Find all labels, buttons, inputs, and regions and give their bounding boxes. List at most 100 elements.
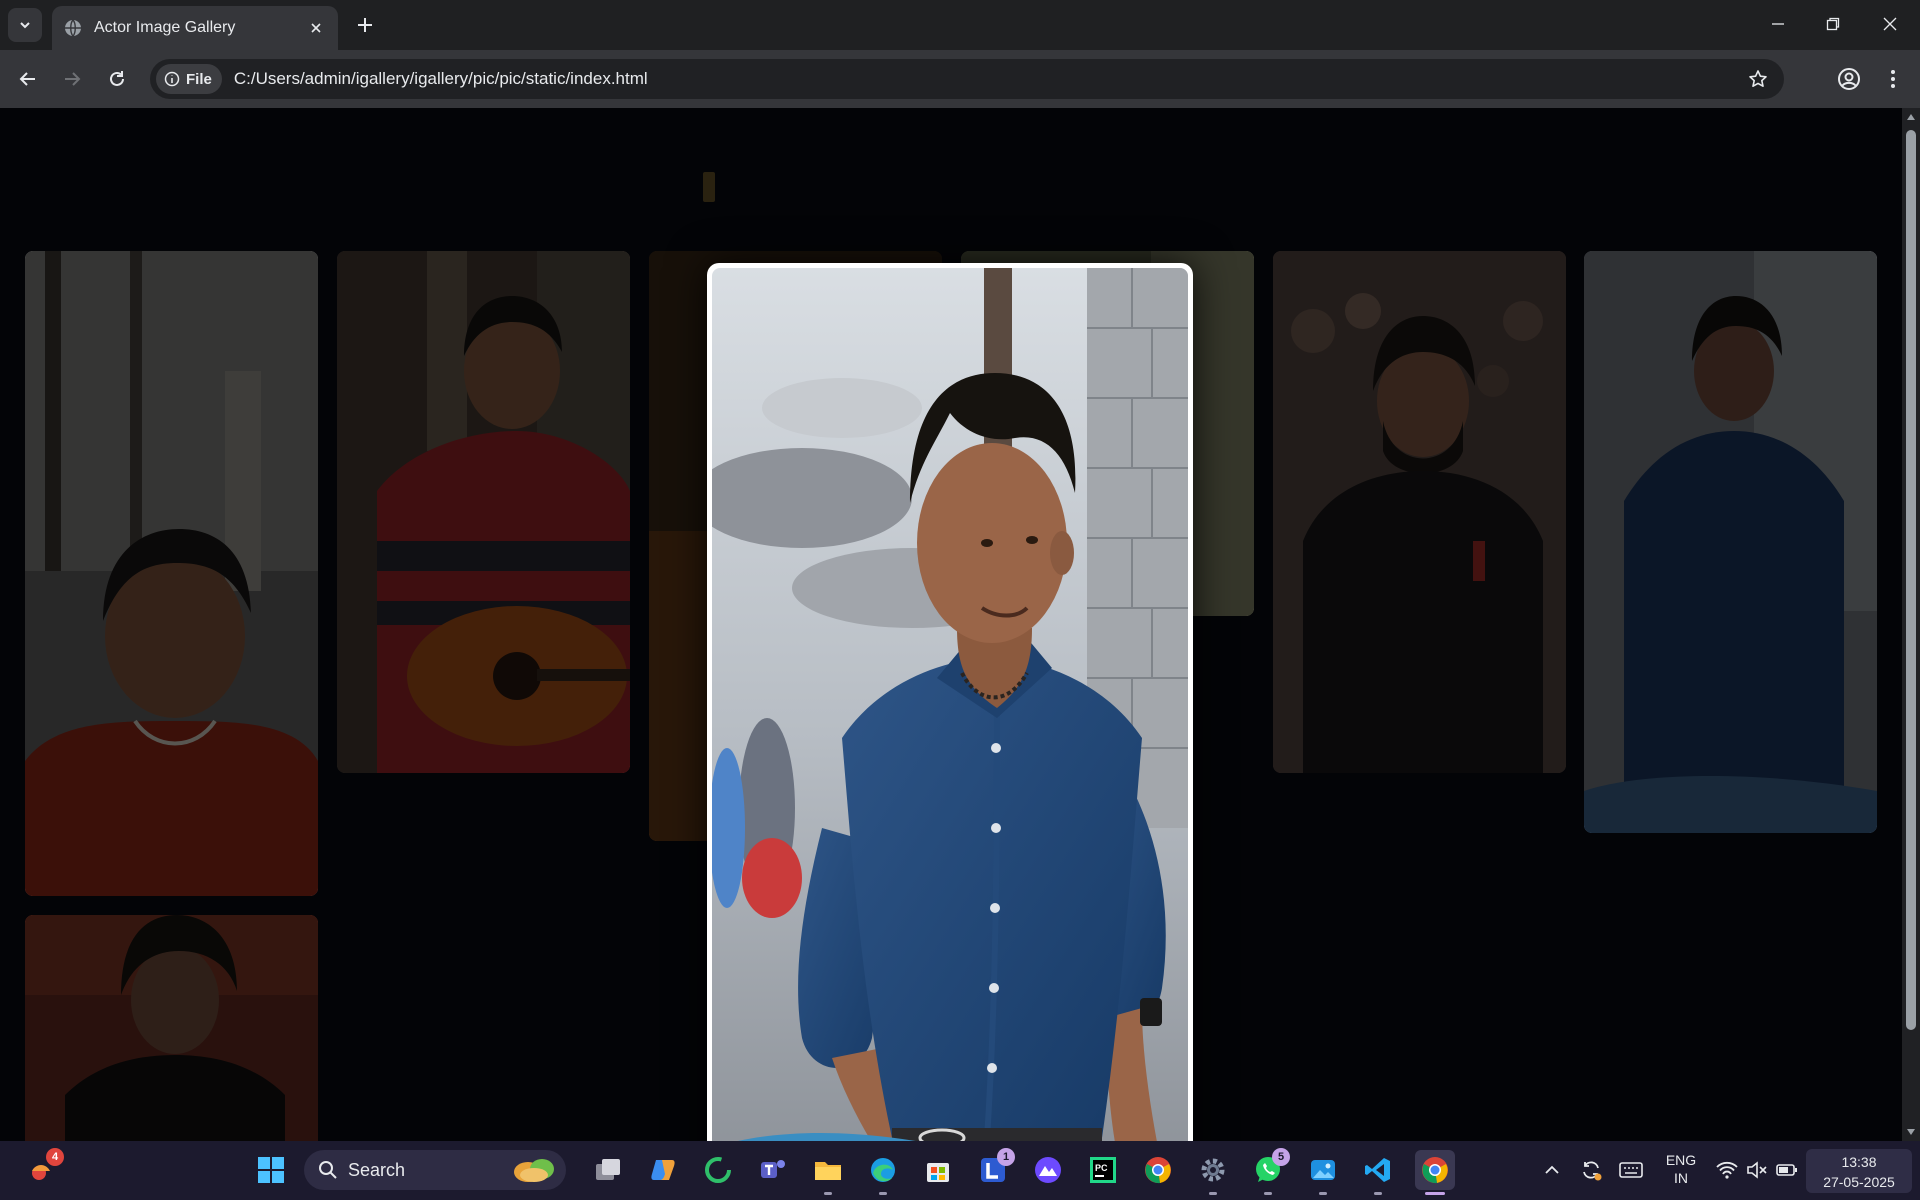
plus-icon	[358, 18, 372, 32]
url-text[interactable]: C:/Users/admin/igallery/igallery/pic/pic…	[234, 69, 1746, 89]
profile-button[interactable]	[1835, 65, 1863, 93]
actor-photo-image	[712, 268, 1188, 1141]
edge-button[interactable]	[865, 1152, 901, 1195]
show-hidden-icons-button[interactable]	[1535, 1152, 1569, 1188]
edge-icon	[871, 1158, 895, 1182]
gallery-thumbnail[interactable]	[1273, 251, 1566, 773]
windows-logo-icon	[258, 1157, 284, 1183]
close-icon	[1883, 17, 1897, 31]
file-explorer-button[interactable]	[810, 1152, 846, 1195]
notification-badge: 4	[46, 1148, 64, 1166]
chrome-icon	[1422, 1157, 1448, 1184]
close-tab-icon[interactable]	[306, 18, 326, 38]
tab-search-button[interactable]	[8, 8, 42, 42]
chevron-down-icon	[20, 22, 30, 29]
proton-button[interactable]	[1030, 1152, 1066, 1188]
arrow-left-icon	[19, 72, 35, 86]
whatsapp-button[interactable]: 5	[1250, 1148, 1290, 1195]
pycharm-icon: PC	[1090, 1157, 1116, 1183]
volume-muted-icon	[1747, 1161, 1767, 1179]
store-icon	[927, 1163, 949, 1182]
quick-settings-button[interactable]	[1712, 1152, 1802, 1188]
arrow-right-icon	[65, 72, 81, 86]
gallery-thumbnail[interactable]	[25, 251, 318, 896]
ring-app-icon	[705, 1157, 731, 1183]
info-icon	[164, 71, 180, 87]
clock-button[interactable]: 13:38 27-05-2025	[1806, 1149, 1912, 1193]
more-vertical-icon	[1891, 70, 1895, 88]
start-button[interactable]	[253, 1152, 289, 1188]
copilot-icon	[651, 1160, 675, 1180]
wifi-icon	[1716, 1161, 1738, 1179]
bookmark-star-icon[interactable]	[1746, 67, 1770, 91]
modal-image	[712, 268, 1188, 1141]
scroll-up-icon[interactable]	[1905, 112, 1917, 122]
search-icon	[319, 1161, 337, 1179]
new-tab-button[interactable]	[352, 12, 378, 38]
battery-icon	[1776, 1164, 1797, 1176]
lens-app-button[interactable]: 1	[975, 1148, 1015, 1188]
svg-text:PC: PC	[1095, 1163, 1108, 1173]
vscode-icon	[1365, 1158, 1390, 1182]
input-language-indicator[interactable]: ENG IN	[1656, 1151, 1706, 1187]
windows-taskbar: 4 Search 1 PC 5 ENG IN 13:38 27-05-2025	[0, 1141, 1920, 1200]
page-scrollbar[interactable]	[1902, 108, 1920, 1141]
vscode-button[interactable]	[1360, 1152, 1396, 1195]
folder-icon	[815, 1162, 841, 1180]
store-button[interactable]	[920, 1152, 956, 1188]
widgets-button[interactable]: 4	[24, 1148, 64, 1188]
browser-toolbar: File C:/Users/admin/igallery/igallery/pi…	[0, 50, 1920, 108]
photos-icon	[1311, 1160, 1335, 1180]
app-ring-button[interactable]	[700, 1152, 736, 1188]
notification-badge: 1	[997, 1148, 1015, 1166]
pycharm-button[interactable]: PC	[1085, 1152, 1121, 1188]
search-label: Search	[348, 1159, 406, 1180]
copilot-button[interactable]	[646, 1152, 682, 1188]
settings-button[interactable]	[1195, 1152, 1231, 1195]
keyboard-button[interactable]	[1614, 1152, 1648, 1188]
chrome-active-button[interactable]	[1415, 1150, 1455, 1195]
minimize-button[interactable]	[1758, 8, 1798, 40]
minimize-icon	[1772, 23, 1784, 25]
chrome-button[interactable]	[1140, 1152, 1176, 1188]
teams-button[interactable]	[755, 1152, 791, 1188]
gallery-thumbnail[interactable]	[25, 915, 318, 1141]
browser-tab[interactable]: Actor Image Gallery	[52, 6, 338, 50]
sync-button[interactable]	[1574, 1152, 1608, 1188]
gear-icon	[1201, 1158, 1225, 1182]
task-view-button[interactable]	[590, 1152, 626, 1188]
page-viewport	[0, 108, 1902, 1141]
reload-icon	[110, 71, 124, 86]
menu-button[interactable]	[1879, 65, 1907, 93]
photos-button[interactable]	[1305, 1152, 1341, 1195]
notification-badge: 5	[1272, 1148, 1290, 1166]
sync-icon	[1583, 1161, 1602, 1181]
page-title-fragment	[703, 172, 715, 202]
site-info-chip[interactable]: File	[156, 64, 222, 94]
mountain-app-icon	[1035, 1157, 1061, 1183]
tab-title: Actor Image Gallery	[94, 19, 236, 36]
clock-time: 13:38	[1841, 1154, 1877, 1170]
tab-strip: Actor Image Gallery	[0, 0, 1920, 50]
image-modal[interactable]	[707, 263, 1193, 1141]
scrollbar-thumb[interactable]	[1906, 130, 1916, 1030]
gallery-thumbnail[interactable]	[337, 251, 630, 773]
scroll-down-icon[interactable]	[1905, 1127, 1917, 1137]
restore-button[interactable]	[1813, 8, 1853, 40]
chrome-icon	[1145, 1157, 1171, 1184]
close-window-button[interactable]	[1870, 8, 1910, 40]
globe-icon	[65, 19, 81, 37]
taskbar-search-box[interactable]: Search	[304, 1150, 566, 1190]
reload-button[interactable]	[101, 63, 133, 95]
task-view-icon	[596, 1159, 620, 1180]
teams-icon	[761, 1160, 785, 1178]
forward-button[interactable]	[56, 63, 88, 95]
restore-icon	[1826, 17, 1840, 31]
back-button[interactable]	[12, 63, 44, 95]
region-code: IN	[1674, 1170, 1688, 1186]
keyboard-icon	[1619, 1162, 1643, 1178]
address-bar[interactable]: File C:/Users/admin/igallery/igallery/pi…	[150, 59, 1784, 99]
clock-date: 27-05-2025	[1823, 1174, 1895, 1190]
profile-icon	[1838, 68, 1860, 90]
gallery-thumbnail[interactable]	[1584, 251, 1877, 833]
